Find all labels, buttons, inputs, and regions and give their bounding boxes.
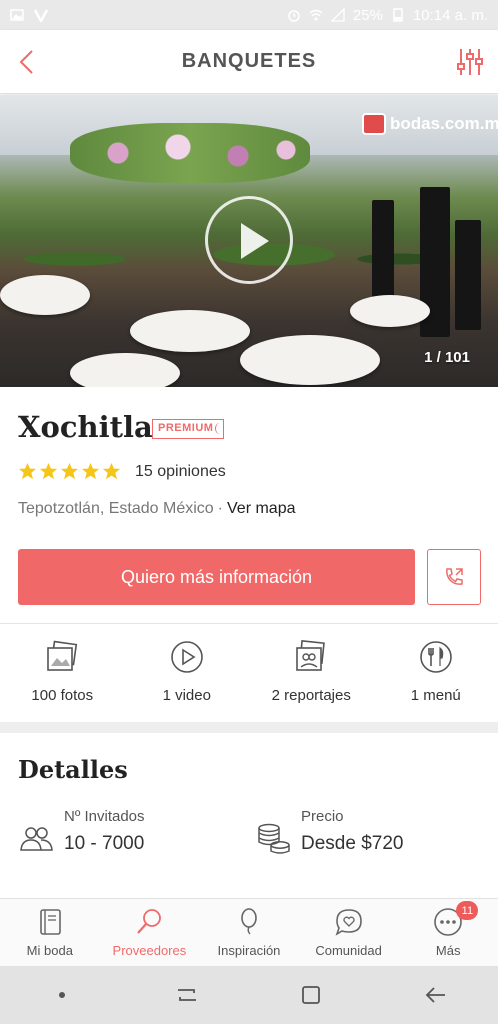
nav-inspiration[interactable]: Inspiración <box>199 899 299 966</box>
price-value: Desde $720 <box>301 833 404 854</box>
battery-icon <box>393 8 403 22</box>
gallery-photo-table <box>350 295 430 327</box>
media-reports[interactable]: 2 reportajes <box>249 627 374 719</box>
phone-icon <box>446 568 463 585</box>
location-text: Tepotzotlán, Estado México <box>18 500 214 517</box>
bottom-navigation: Mi boda Proveedores Inspiración Comunida… <box>0 898 498 966</box>
guests-icon <box>20 827 53 851</box>
location: Tepotzotlán, Estado México · Ver mapa <box>18 500 295 518</box>
rating[interactable]: 15 opiniones <box>18 462 226 481</box>
v-notification-icon <box>34 9 48 22</box>
view-map-link[interactable]: Ver mapa <box>227 500 295 517</box>
gallery-photo-table <box>130 310 250 352</box>
nav-my-wedding-label: Mi boda <box>26 943 73 958</box>
media-photos[interactable]: 100 fotos <box>0 627 125 719</box>
reviews-count[interactable]: 15 opiniones <box>135 463 226 481</box>
photo-gallery[interactable]: bodas.com.mx 1 / 101 <box>0 95 498 387</box>
media-photos-label: 100 fotos <box>31 687 94 704</box>
nav-community[interactable]: Comunidad <box>299 899 399 966</box>
recent-apps-icon[interactable] <box>174 982 200 1008</box>
app-header: BANQUETES <box>0 30 498 94</box>
nav-more[interactable]: Más 11 <box>398 899 498 966</box>
coins-icon <box>258 823 290 854</box>
battery-percent: 25% <box>352 6 383 24</box>
bodas-logo: bodas.com.mx <box>362 113 498 135</box>
bodas-logo-text: bodas.com.mx <box>390 114 498 133</box>
gallery-photo-person <box>455 220 481 330</box>
balloon-icon <box>241 908 257 935</box>
system-navigation-bar <box>0 966 498 1024</box>
dot-indicator-icon[interactable] <box>49 982 75 1008</box>
media-video-label: 1 video <box>162 687 211 704</box>
bodas-logo-badge-icon <box>362 113 386 135</box>
wifi-icon <box>309 9 323 21</box>
request-info-button[interactable]: Quiero más información <box>18 549 415 605</box>
star-icon <box>18 462 37 480</box>
nav-my-wedding[interactable]: Mi boda <box>0 899 100 966</box>
menu-icon <box>419 641 452 673</box>
gallery-notification-icon <box>10 9 24 21</box>
call-button[interactable] <box>427 549 481 605</box>
details-title: Detalles <box>18 755 128 784</box>
photo-counter: 1 / 101 <box>424 349 470 366</box>
star-icon <box>39 462 58 480</box>
premium-badge: PREMIUM <box>152 419 225 439</box>
notification-badge: 11 <box>456 901 479 920</box>
star-icon <box>60 462 79 480</box>
divider <box>0 623 498 624</box>
nav-inspiration-label: Inspiración <box>217 943 281 958</box>
gallery-photo-table <box>70 353 180 387</box>
reports-icon <box>296 640 326 671</box>
back-arrow-icon[interactable] <box>12 46 44 78</box>
location-separator: · <box>217 500 223 517</box>
nav-vendors-label: Proveedores <box>112 943 187 958</box>
star-icon <box>81 462 100 480</box>
gallery-photo-table <box>240 335 380 385</box>
gallery-photo-flowers <box>70 123 310 183</box>
status-bar: 25% 10:14 a. m. <box>0 0 498 30</box>
price-detail: Precio Desde $720 <box>255 808 403 856</box>
chat-heart-icon <box>335 909 362 936</box>
nav-vendors[interactable]: Proveedores <box>100 899 200 966</box>
guests-value: 10 - 7000 <box>64 833 145 854</box>
media-menu-label: 1 menú <box>410 687 461 704</box>
play-video-icon[interactable] <box>205 196 293 284</box>
media-reports-label: 2 reportajes <box>271 687 351 704</box>
signal-icon <box>330 8 345 22</box>
photos-icon <box>47 640 78 671</box>
clock: 10:14 a. m. <box>412 6 488 24</box>
media-menu[interactable]: 1 menú <box>374 627 498 719</box>
media-video[interactable]: 1 video <box>125 627 250 719</box>
filter-sliders-icon[interactable] <box>454 46 486 78</box>
back-icon[interactable] <box>423 982 449 1008</box>
vendor-name: Xochitla <box>18 410 153 444</box>
notebook-icon <box>39 909 61 935</box>
nav-community-label: Comunidad <box>315 943 382 958</box>
page-title: BANQUETES <box>181 50 317 72</box>
gallery-photo-table <box>0 275 90 315</box>
media-summary: 100 fotos 1 video 2 reportajes 1 menú <box>0 627 498 719</box>
nav-more-label: Más <box>435 943 461 958</box>
alarm-icon <box>288 10 300 22</box>
guests-label: Nº Invitados <box>64 808 145 825</box>
video-icon <box>170 641 203 673</box>
section-separator <box>0 722 498 733</box>
search-icon <box>137 909 162 934</box>
star-icon <box>102 462 121 480</box>
price-label: Precio <box>301 808 344 825</box>
guests-detail: Nº Invitados 10 - 7000 <box>18 808 145 856</box>
home-icon[interactable] <box>298 982 324 1008</box>
